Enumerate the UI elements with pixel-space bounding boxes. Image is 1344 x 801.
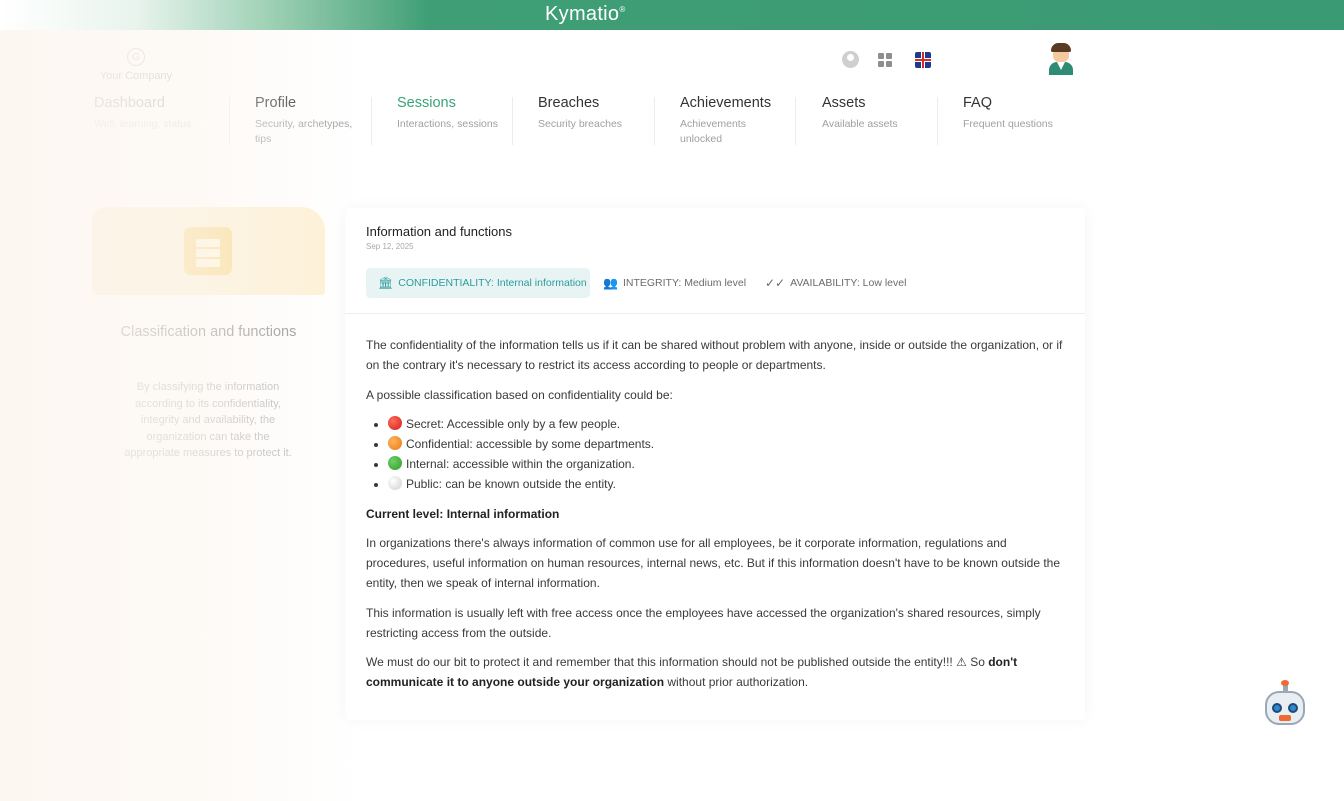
nav-item-achievements[interactable]: Achievements Achievements unlocked xyxy=(680,95,775,151)
paragraph: In organizations there's always informat… xyxy=(366,536,1061,590)
list-item: Public: can be known outside the entity. xyxy=(388,475,1064,495)
nav-divider xyxy=(654,97,655,145)
users-icon: 👥 xyxy=(603,276,618,290)
company-name: Your Company xyxy=(99,70,173,82)
nav-divider xyxy=(512,97,513,145)
chatbot-robot-icon[interactable] xyxy=(1262,680,1308,728)
panel-body: The confidentiality of the information t… xyxy=(345,336,1085,703)
nav-item-profile[interactable]: Profile Security, archetypes, tips xyxy=(255,95,365,151)
user-icon[interactable] xyxy=(842,51,859,68)
nav-divider xyxy=(229,97,230,145)
paragraph: We must do our bit to protect it and rem… xyxy=(366,655,1018,690)
classification-list: Secret: Accessible only by a few people.… xyxy=(388,415,1064,494)
brand-logo[interactable]: Kymatio® xyxy=(545,3,626,26)
content-panel: Information and functions Sep 12, 2025 🏛… xyxy=(345,208,1085,720)
list-item: Internal: accessible within the organiza… xyxy=(388,455,1064,475)
tab-availability[interactable]: ✓✓ AVAILABILITY: Low level xyxy=(765,268,906,298)
nav-item-breaches[interactable]: Breaches Security breaches xyxy=(538,95,648,151)
green-circle-icon xyxy=(388,455,402,470)
paragraph: The confidentiality of the information t… xyxy=(366,338,1063,372)
tab-integrity[interactable]: 👥 INTEGRITY: Medium level xyxy=(603,268,746,298)
panel-title: Information and functions xyxy=(366,224,512,239)
company-logo[interactable]: G Your Company xyxy=(96,48,176,82)
list-item: Confidential: accessible by some departm… xyxy=(388,435,1064,455)
nav-item-assets[interactable]: Assets Available assets xyxy=(822,95,932,151)
building-icon: 🏛 xyxy=(378,276,394,290)
nav-divider xyxy=(795,97,796,145)
panel-date: Sep 12, 2025 xyxy=(366,242,414,251)
current-level: Current level: Internal information xyxy=(366,506,560,521)
company-logo-icon: G xyxy=(127,48,145,66)
panel-header: Information and functions Sep 12, 2025 🏛… xyxy=(345,208,1085,314)
asset-description: By classifying the information according… xyxy=(124,381,292,460)
nav-item-dashboard[interactable]: Dashboard Well, learning, status xyxy=(94,95,224,151)
tab-confidentiality[interactable]: 🏛 CONFIDENTIALITY: Internal information xyxy=(366,268,590,298)
double-check-icon: ✓✓ xyxy=(765,276,786,290)
uk-flag-icon[interactable] xyxy=(915,52,931,68)
asset-card-image xyxy=(92,207,325,295)
nav-item-faq[interactable]: FAQ Frequent questions xyxy=(963,95,1083,151)
apps-icon[interactable] xyxy=(878,53,892,67)
server-icon xyxy=(184,227,232,275)
main-nav: Dashboard Well, learning, status Profile… xyxy=(94,95,1084,155)
red-circle-icon xyxy=(388,416,402,431)
top-bar: Kymatio® xyxy=(0,0,1344,30)
white-circle-icon xyxy=(388,475,402,490)
nav-item-sessions[interactable]: Sessions Interactions, sessions xyxy=(397,95,512,151)
list-item: Secret: Accessible only by a few people. xyxy=(388,415,1064,435)
nav-divider xyxy=(371,97,372,145)
nav-divider xyxy=(937,97,938,145)
asset-title: Classification and functions xyxy=(120,324,297,340)
paragraph: This information is usually left with fr… xyxy=(366,605,1041,640)
avatar[interactable] xyxy=(1049,43,1073,75)
paragraph: A possible classification based on confi… xyxy=(366,387,673,402)
orange-circle-icon xyxy=(388,436,402,451)
